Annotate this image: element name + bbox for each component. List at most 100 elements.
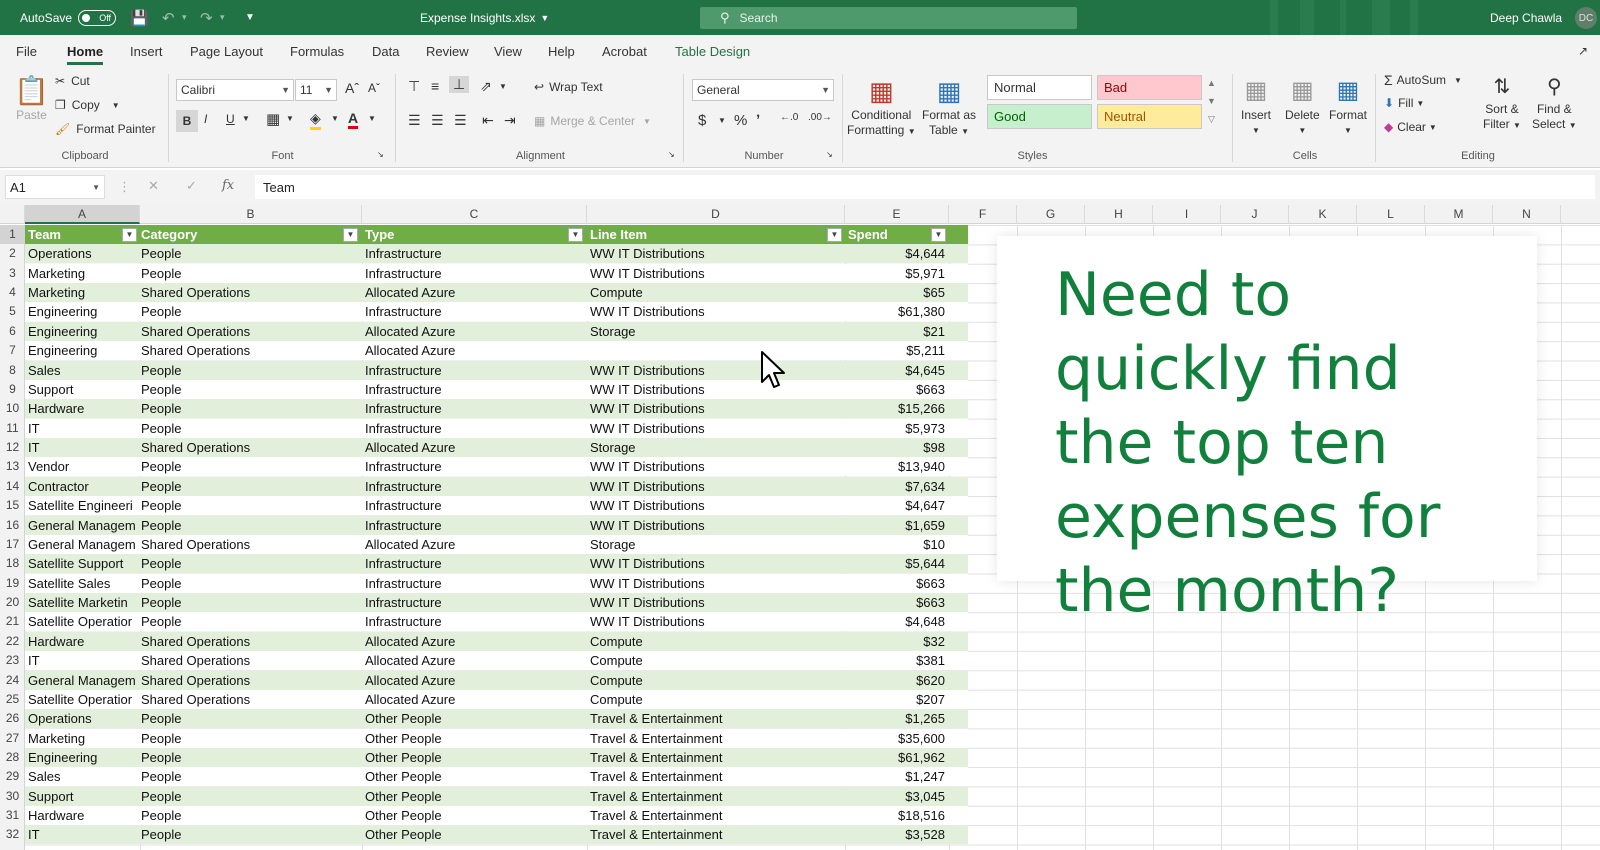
autosave-toggle[interactable]: Off [78, 9, 117, 26]
row-header[interactable]: 3 [0, 264, 25, 283]
team-cell[interactable]: Sales [25, 767, 138, 786]
format-painter-button[interactable]: 🖌 Format Painter [55, 122, 156, 136]
row-header[interactable]: 14 [0, 477, 25, 496]
autosum-button[interactable]: Σ AutoSum ▼ [1384, 72, 1462, 88]
type-cell[interactable]: Other People [362, 767, 587, 786]
row-header[interactable]: 12 [0, 438, 25, 457]
type-cell[interactable]: Infrastructure [362, 477, 587, 496]
format-as-table-button[interactable]: ▦ Format as Table ▼ [922, 74, 976, 139]
category-cell[interactable]: People [138, 244, 362, 263]
spend-cell[interactable]: $4,645 [845, 361, 949, 380]
row-header[interactable]: 1 [0, 225, 25, 244]
team-cell[interactable]: Vendor [25, 457, 138, 476]
row-header[interactable]: 28 [0, 748, 25, 767]
tab-page-layout[interactable]: Page Layout [190, 35, 263, 68]
team-cell[interactable]: Satellite Operatior [25, 690, 138, 709]
spend-cell[interactable]: $32 [845, 632, 949, 651]
category-cell[interactable]: Shared Operations [138, 341, 362, 360]
filter-dropdown-icon[interactable]: ▼ [122, 228, 137, 242]
team-cell[interactable]: Operations [25, 244, 138, 263]
align-bottom-icon[interactable]: ⊥ [449, 76, 470, 93]
line-item-cell[interactable]: Travel & Entertainment [587, 825, 845, 844]
style-bad[interactable]: Bad [1097, 75, 1202, 100]
type-cell[interactable]: Other People [362, 729, 587, 748]
column-header[interactable]: L [1357, 205, 1425, 224]
line-item-cell[interactable]: WW IT Distributions [587, 264, 845, 283]
category-cell[interactable]: Shared Operations [138, 671, 362, 690]
conditional-formatting-button[interactable]: ▦ Conditional Formatting ▼ [847, 74, 916, 139]
type-cell[interactable]: Other People [362, 709, 587, 728]
fill-button[interactable]: ⬇ Fill ▼ [1384, 96, 1424, 110]
line-item-cell[interactable]: Travel & Entertainment [587, 709, 845, 728]
increase-indent-icon[interactable]: ⇥ [504, 112, 516, 129]
category-cell[interactable]: Shared Operations [138, 632, 362, 651]
team-cell[interactable]: Marketing [25, 283, 138, 302]
spend-cell[interactable]: $5,973 [845, 419, 949, 438]
type-cell[interactable]: Infrastructure [362, 399, 587, 418]
row-header[interactable]: 22 [0, 632, 25, 651]
spend-cell[interactable]: $10 [845, 535, 949, 554]
delete-cells-button[interactable]: ▦ Delete ▼ [1285, 74, 1320, 138]
column-header[interactable]: E [845, 205, 949, 224]
type-cell[interactable]: Infrastructure [362, 612, 587, 631]
type-cell[interactable]: Infrastructure [362, 419, 587, 438]
category-cell[interactable]: People [138, 380, 362, 399]
type-cell[interactable]: Infrastructure [362, 264, 587, 283]
team-cell[interactable]: Contractor [25, 477, 138, 496]
format-cells-button[interactable]: ▦ Format ▼ [1329, 74, 1367, 138]
team-cell[interactable]: Operations [25, 709, 138, 728]
font-size-select[interactable]: 11 ▼ [295, 79, 337, 101]
row-header[interactable]: 29 [0, 767, 25, 786]
category-cell[interactable]: Shared Operations [138, 438, 362, 457]
table-header-cell[interactable]: Line Item [587, 225, 845, 244]
fill-color-icon[interactable]: ◈ [310, 110, 321, 130]
style-normal[interactable]: Normal [987, 75, 1092, 100]
column-header[interactable]: C [362, 205, 587, 224]
redo-icon[interactable]: ↷ [200, 0, 213, 35]
tab-acrobat[interactable]: Acrobat [602, 35, 647, 68]
column-header[interactable]: A [25, 205, 140, 224]
merge-center-button[interactable]: ▦ Merge & Center ▼ [534, 114, 651, 128]
category-cell[interactable]: People [138, 574, 362, 593]
tab-help[interactable]: Help [548, 35, 575, 68]
row-header[interactable]: 24 [0, 671, 25, 690]
team-cell[interactable]: General Managem [25, 516, 138, 535]
spend-cell[interactable]: $4,647 [845, 496, 949, 515]
type-cell[interactable]: Allocated Azure [362, 671, 587, 690]
number-dialog-launcher-icon[interactable]: ↘ [826, 150, 833, 159]
select-all-corner[interactable] [0, 205, 25, 224]
filter-dropdown-icon[interactable]: ▼ [568, 228, 583, 242]
row-header[interactable]: 10 [0, 399, 25, 418]
spend-cell[interactable]: $207 [845, 690, 949, 709]
spend-cell[interactable]: $620 [845, 671, 949, 690]
category-cell[interactable]: Shared Operations [138, 651, 362, 670]
alignment-dialog-launcher-icon[interactable]: ↘ [668, 150, 675, 159]
team-cell[interactable]: Hardware [25, 632, 138, 651]
grow-font-icon[interactable]: Aˆ [345, 80, 359, 96]
bold-button[interactable]: B [176, 110, 198, 132]
line-item-cell[interactable]: Storage [587, 535, 845, 554]
align-right-icon[interactable]: ☰ [454, 112, 467, 129]
align-top-icon[interactable]: ⊤ [408, 78, 420, 95]
wrap-text-button[interactable]: ↩ Wrap Text [534, 80, 603, 94]
chevron-down-icon[interactable]: ▼ [286, 114, 294, 123]
category-cell[interactable]: People [138, 612, 362, 631]
team-cell[interactable]: Support [25, 380, 138, 399]
cancel-icon[interactable]: ✕ [148, 178, 159, 194]
row-header[interactable]: 2 [0, 244, 25, 263]
type-cell[interactable]: Allocated Azure [362, 632, 587, 651]
category-cell[interactable]: People [138, 419, 362, 438]
table-header-cell[interactable]: Type [362, 225, 587, 244]
type-cell[interactable]: Allocated Azure [362, 341, 587, 360]
line-item-cell[interactable]: WW IT Distributions [587, 419, 845, 438]
search-box[interactable]: ⚲ Search [700, 7, 1077, 29]
line-item-cell[interactable] [587, 341, 845, 360]
column-header[interactable]: M [1425, 205, 1493, 224]
line-item-cell[interactable]: WW IT Distributions [587, 477, 845, 496]
team-cell[interactable]: Satellite Sales [25, 574, 138, 593]
team-cell[interactable]: Satellite Operatior [25, 612, 138, 631]
spend-cell[interactable]: $1,247 [845, 767, 949, 786]
tab-view[interactable]: View [494, 35, 522, 68]
spend-cell[interactable]: $4,648 [845, 612, 949, 631]
table-header-cell[interactable]: Category [138, 225, 362, 244]
